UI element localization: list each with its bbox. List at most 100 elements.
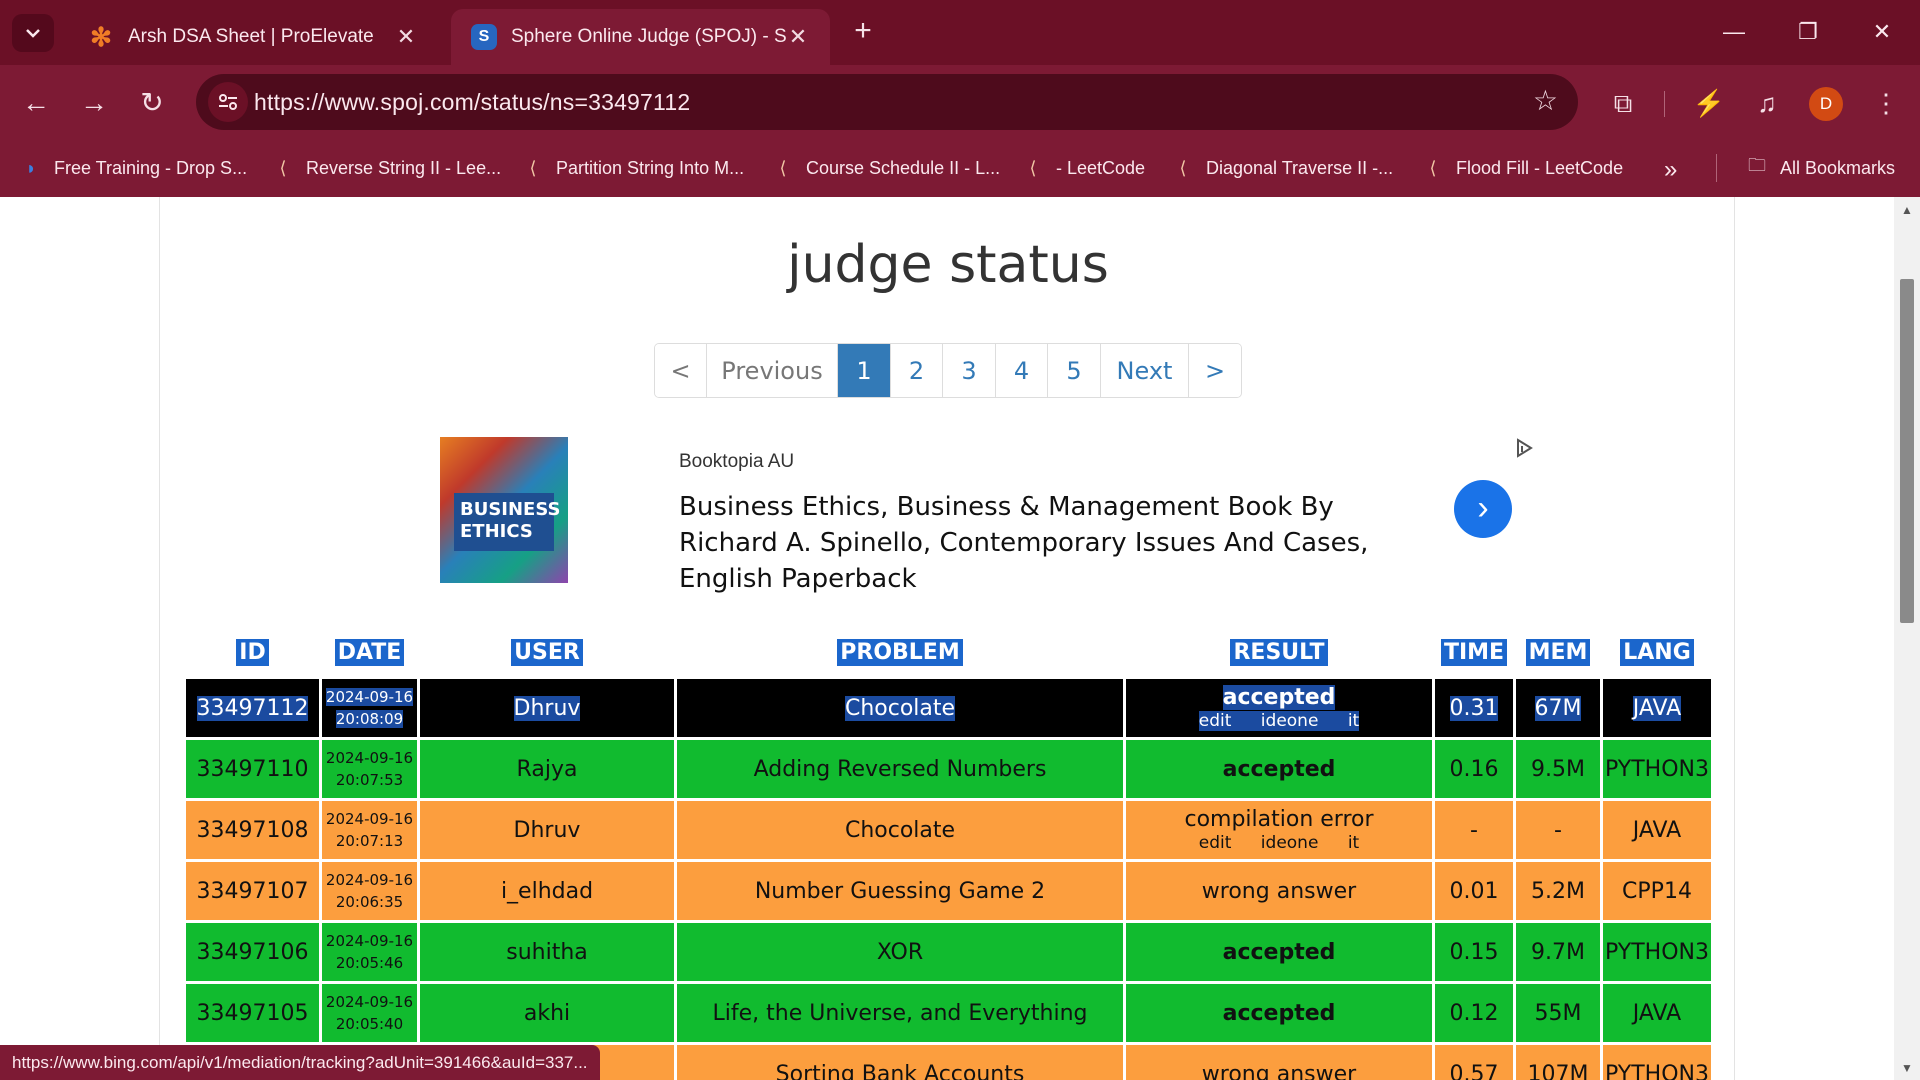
bookmark-item[interactable]: ⟨ Reverse String II - Lee... [272,152,501,184]
col-header-result[interactable]: RESULT [1126,628,1432,676]
scroll-up-arrow-icon[interactable]: ▲ [1900,203,1914,217]
col-header-problem[interactable]: PROBLEM [677,628,1123,676]
ad-source[interactable]: Booktopia AU [679,451,794,473]
user-link[interactable]: akhi [420,984,674,1042]
run-time: 0.57 [1435,1045,1513,1080]
tab-title: Sphere Online Judge (SPOJ) - Stat [511,26,786,47]
run-time: 0.15 [1435,923,1513,981]
user-link[interactable]: i_elhdad [420,862,674,920]
memory: - [1516,801,1600,859]
next-page-link[interactable]: Next [1101,344,1189,397]
problem-link[interactable]: XOR [677,923,1123,981]
bookmark-label: Flood Fill - LeetCode [1456,157,1624,178]
language: JAVA [1603,801,1711,859]
forward-button[interactable]: → [74,83,114,123]
user-link[interactable]: Rajya [420,740,674,798]
user-link[interactable]: suhitha [420,923,674,981]
page-link-5[interactable]: 5 [1048,344,1101,397]
close-icon[interactable]: ✕ [394,24,418,50]
col-header-time[interactable]: TIME [1435,628,1513,676]
bookmark-label: Free Training - Drop S... [54,157,248,178]
tab-arsh-dsa-sheet[interactable]: ✻ Arsh DSA Sheet | ProElevate ✕ [68,9,438,65]
profile-avatar[interactable]: D [1809,87,1843,121]
submission-id[interactable]: 33497110 [186,740,319,798]
table-row: 33497106 2024-09-16 20:05:46 suhitha XOR … [186,923,1711,981]
problem-link[interactable]: Adding Reversed Numbers [677,740,1123,798]
ad-arrow-button[interactable]: › [1454,480,1512,538]
close-window-button[interactable]: ✕ [1862,12,1902,52]
submission-id[interactable]: 33497106 [186,923,319,981]
page-link-3[interactable]: 3 [943,344,996,397]
problem-link[interactable]: Number Guessing Game 2 [677,862,1123,920]
submission-date: 2024-09-16 20:08:09 [322,679,417,737]
bookmark-label: Partition String Into M... [556,157,745,178]
result-links[interactable]: edit ideone it [1128,833,1430,853]
scrollbar-thumb[interactable] [1900,279,1914,623]
tab-spoj-status[interactable]: S Sphere Online Judge (SPOJ) - Stat ✕ [451,9,830,65]
submission-id[interactable]: 33497112 [186,679,319,737]
bookmark-item[interactable]: ⟨ Partition String Into M... [522,152,744,184]
memory: 5.2M [1516,862,1600,920]
performance-icon[interactable]: ⚡ [1689,83,1729,123]
page-link-4[interactable]: 4 [996,344,1048,397]
browser-toolbar: ← → ↻ https://www.spoj.com/status/ns=334… [0,65,1920,140]
user-link[interactable]: Dhruv [420,679,674,737]
submission-id[interactable]: 33497108 [186,801,319,859]
problem-link[interactable]: Chocolate [677,801,1123,859]
tab-search-button[interactable] [12,14,54,52]
bookmark-item[interactable]: ⟨ - LeetCode [1022,152,1145,184]
result-links[interactable]: edit ideone it [1198,711,1360,731]
new-tab-button[interactable]: + [845,14,881,50]
submission-id[interactable]: 33497105 [186,984,319,1042]
bookmark-star-icon[interactable]: ☆ [1533,84,1558,117]
reload-button[interactable]: ↻ [132,83,172,123]
ad-choices-icon[interactable] [1513,437,1535,459]
folder-icon: 🗀 [1748,155,1766,175]
problem-link[interactable]: Life, the Universe, and Everything [677,984,1123,1042]
result-text: accepted [1222,685,1336,710]
col-header-mem[interactable]: MEM [1516,628,1600,676]
bookmark-item[interactable]: ◗ Free Training - Drop S... [20,152,248,184]
advertisement[interactable]: BUSINESS ETHICS Booktopia AU Business Et… [440,437,1560,594]
submission-id[interactable]: 33497107 [186,862,319,920]
page-title: judge status [787,235,1109,295]
bookmark-item[interactable]: ⟨ Diagonal Traverse II -... [1172,152,1393,184]
col-header-date[interactable]: DATE [322,628,417,676]
site-info-button[interactable] [208,82,248,122]
media-control-icon[interactable]: ♫ [1747,83,1787,123]
close-icon[interactable]: ✕ [786,24,810,50]
more-menu-icon[interactable]: ⋮ [1866,83,1906,123]
all-bookmarks-button[interactable]: 🗀 All Bookmarks [1746,152,1895,184]
col-header-lang[interactable]: LANG [1603,628,1711,676]
ad-book-cover[interactable]: BUSINESS ETHICS [440,437,568,583]
scroll-down-arrow-icon[interactable]: ▼ [1900,1061,1914,1075]
col-header-id[interactable]: ID [186,628,319,676]
back-button[interactable]: ← [16,83,56,123]
bookmark-label: Course Schedule II - L... [806,157,1001,178]
url-text[interactable]: https://www.spoj.com/status/ns=33497112 [254,89,690,116]
col-header-user[interactable]: USER [420,628,674,676]
language: JAVA [1603,679,1711,737]
memory: 67M [1516,679,1600,737]
address-bar[interactable]: https://www.spoj.com/status/ns=33497112 … [196,74,1578,130]
bookmark-item[interactable]: ⟨ Flood Fill - LeetCode [1422,152,1623,184]
restore-button[interactable]: ❐ [1788,12,1828,52]
previous-page-link[interactable]: Previous [707,344,838,397]
problem-link[interactable]: Chocolate [677,679,1123,737]
table-header-row: ID DATE USER PROBLEM RESULT TIME MEM LAN… [186,628,1711,676]
table-row: 33497107 2024-09-16 20:06:35 i_elhdad Num… [186,862,1711,920]
minimize-button[interactable]: — [1714,12,1754,52]
table-row: 33497108 2024-09-16 20:07:13 Dhruv Chocol… [186,801,1711,859]
ad-headline[interactable]: Business Ethics, Business & Management B… [679,489,1419,597]
user-link[interactable]: Dhruv [420,801,674,859]
page-link-1[interactable]: 1 [838,344,891,397]
extensions-icon[interactable]: ⧉ [1603,83,1643,123]
first-page-link[interactable]: < [655,344,707,397]
page-link-2[interactable]: 2 [891,344,943,397]
problem-link[interactable]: Sorting Bank Accounts [677,1045,1123,1080]
page-scrollbar[interactable]: ▲ ▼ [1894,197,1920,1080]
tab-title: Arsh DSA Sheet | ProElevate [128,26,374,47]
bookmark-item[interactable]: ⟨ Course Schedule II - L... [772,152,1000,184]
last-page-link[interactable]: > [1189,344,1241,397]
more-bookmarks-button[interactable]: » [1664,156,1677,184]
